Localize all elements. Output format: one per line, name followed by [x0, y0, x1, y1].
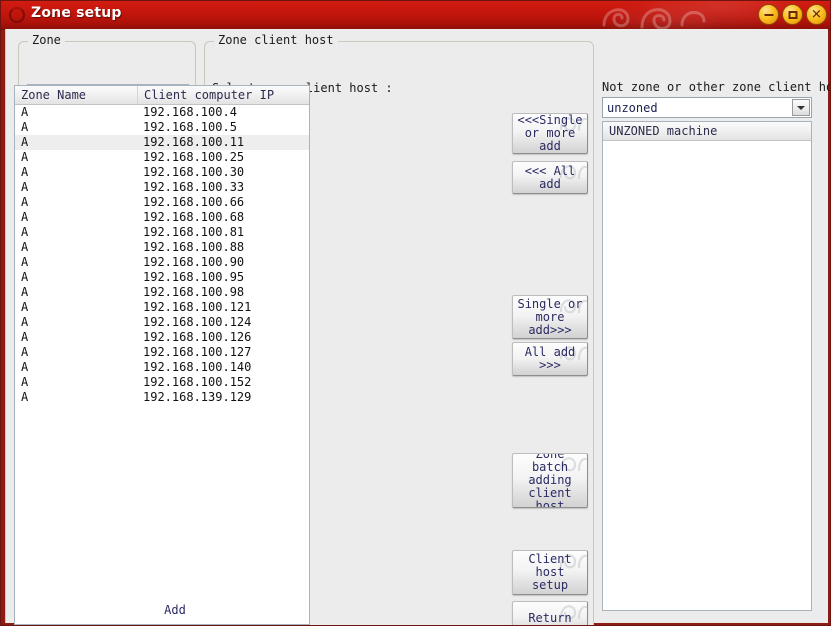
host-row-zone-name: A	[21, 360, 29, 374]
title-bar[interactable]: Zone setup	[1, 1, 830, 30]
host-row-client-ip: 192.168.100.98	[143, 285, 245, 299]
host-row-client-ip: 192.168.100.81	[143, 225, 245, 239]
host-table-header: Zone Name Client computer IP	[15, 86, 309, 105]
single-or-more-add-left-label: <<<Single or more add	[517, 113, 583, 153]
host-row-client-ip: 192.168.100.68	[143, 210, 245, 224]
host-row-client-ip: 192.168.100.5	[143, 120, 237, 134]
host-table-column-zone-name: Zone Name	[21, 88, 87, 102]
host-row-zone-name: A	[21, 165, 29, 179]
host-row-zone-name: A	[21, 180, 29, 194]
host-row-client-ip: 192.168.100.127	[143, 345, 252, 359]
host-row-zone-name: A	[21, 240, 29, 254]
all-add-right-button[interactable]: All add >>>	[512, 342, 588, 376]
host-table-row[interactable]: A 192.168.100.68	[15, 210, 309, 225]
host-table-row[interactable]: A 192.168.100.126	[15, 330, 309, 345]
host-table-row[interactable]: A 192.168.100.88	[15, 240, 309, 255]
host-row-zone-name: A	[21, 270, 29, 284]
host-row-client-ip: 192.168.100.95	[143, 270, 245, 284]
host-row-zone-name: A	[21, 225, 29, 239]
host-row-client-ip: 192.168.100.66	[143, 195, 245, 209]
all-add-right-label: All add >>>	[524, 345, 576, 372]
single-or-more-add-right-label: Single or more add>>>	[517, 296, 583, 337]
host-table-row[interactable]: A 192.168.139.129	[15, 390, 309, 405]
client-host-group-legend: Zone client host	[214, 33, 338, 47]
host-row-client-ip: 192.168.100.25	[143, 150, 245, 164]
not-zone-or-other-zone-label: Not zone or other zone client host:	[602, 80, 831, 94]
client-host-setup-button[interactable]: Client host setup	[512, 550, 588, 595]
host-table-row[interactable]: A 192.168.100.121	[15, 300, 309, 315]
host-table-row[interactable]: A 192.168.100.66	[15, 195, 309, 210]
host-row-zone-name: A	[21, 105, 29, 119]
client-host-setup-label: Client host setup	[528, 552, 572, 592]
host-row-client-ip: 192.168.100.4	[143, 105, 237, 119]
zone-batch-adding-label: Zone batch adding client host	[528, 453, 572, 508]
zone-batch-adding-client-host-button[interactable]: Zone batch adding client host	[512, 453, 588, 508]
host-table-row[interactable]: A 192.168.100.11	[15, 135, 309, 150]
host-row-zone-name: A	[21, 300, 29, 314]
host-table-row[interactable]: A 192.168.100.33	[15, 180, 309, 195]
host-table-row[interactable]: A 192.168.100.95	[15, 270, 309, 285]
host-table-row[interactable]: A 192.168.100.124	[15, 315, 309, 330]
host-row-zone-name: A	[21, 150, 29, 164]
unzoned-list-column-machine: UNZONED machine	[609, 124, 718, 138]
unzoned-list-header: UNZONED machine	[603, 122, 811, 141]
host-row-zone-name: A	[21, 315, 29, 329]
unzoned-combo[interactable]: unzoned	[602, 97, 812, 118]
host-row-client-ip: 192.168.100.30	[143, 165, 245, 179]
host-table-body: A 192.168.100.4 A 192.168.100.5 A 192.168.100…	[15, 105, 309, 405]
host-row-client-ip: 192.168.100.121	[143, 300, 252, 314]
host-row-client-ip: 192.168.100.11	[143, 135, 245, 149]
single-or-more-add-left-button[interactable]: <<<Single or more add	[512, 113, 588, 154]
host-row-client-ip: 192.168.100.126	[143, 330, 252, 344]
add-zone-button-label: Add	[164, 602, 186, 617]
all-add-left-button[interactable]: <<< All add	[512, 161, 588, 194]
close-button[interactable]	[806, 4, 827, 25]
host-row-zone-name: A	[21, 195, 29, 209]
all-add-left-label: <<< All add	[524, 163, 576, 191]
window-controls	[758, 4, 827, 25]
zone-group-legend: Zone	[28, 33, 65, 47]
host-row-client-ip: 192.168.100.90	[143, 255, 245, 269]
host-table-row[interactable]: A 192.168.100.30	[15, 165, 309, 180]
minimize-button[interactable]	[758, 4, 779, 25]
host-row-client-ip: 192.168.100.152	[143, 375, 252, 389]
host-row-zone-name: A	[21, 120, 29, 134]
host-row-zone-name: A	[21, 135, 29, 149]
host-table-row[interactable]: A 192.168.100.140	[15, 360, 309, 375]
host-row-zone-name: A	[21, 375, 29, 389]
single-or-more-add-right-button[interactable]: Single or more add>>>	[512, 295, 588, 339]
host-row-client-ip: 192.168.139.129	[143, 390, 252, 404]
host-row-client-ip: 192.168.100.140	[143, 360, 252, 374]
host-table-row[interactable]: A 192.168.100.5	[15, 120, 309, 135]
host-table-column-client-ip: Client computer IP	[137, 86, 309, 104]
host-row-zone-name: A	[21, 345, 29, 359]
window-ring-icon	[9, 7, 25, 23]
host-table-row[interactable]: A 192.168.100.25	[15, 150, 309, 165]
host-row-zone-name: A	[21, 210, 29, 224]
unzoned-combo-value: unzoned	[607, 101, 658, 115]
zone-client-host-table[interactable]: Zone Name Client computer IP A 192.168.10…	[14, 85, 310, 625]
titlebar-swirl-ornament	[602, 8, 706, 29]
host-row-zone-name: A	[21, 390, 29, 404]
client-area: Zone Zone Name AB Zone name: Add Right-	[5, 29, 831, 625]
host-table-row[interactable]: A 192.168.100.98	[15, 285, 309, 300]
host-table-row[interactable]: A 192.168.100.152	[15, 375, 309, 390]
maximize-button[interactable]	[782, 4, 803, 25]
host-row-client-ip: 192.168.100.88	[143, 240, 245, 254]
host-row-zone-name: A	[21, 255, 29, 269]
host-table-row[interactable]: A 192.168.100.81	[15, 225, 309, 240]
host-table-row[interactable]: A 192.168.100.127	[15, 345, 309, 360]
host-table-row[interactable]: A 192.168.100.4	[15, 105, 309, 120]
window-title: Zone setup	[31, 5, 122, 21]
host-row-client-ip: 192.168.100.124	[143, 315, 252, 329]
zone-setup-window: Zone setup Zone Zone Name AB Zone name:	[0, 0, 831, 626]
chevron-down-icon[interactable]	[792, 99, 810, 116]
return-button-label: Return	[528, 610, 572, 625]
host-table-row[interactable]: A 192.168.100.90	[15, 255, 309, 270]
host-row-zone-name: A	[21, 285, 29, 299]
host-row-client-ip: 192.168.100.33	[143, 180, 245, 194]
unzoned-machine-list[interactable]: UNZONED machine	[602, 121, 812, 611]
return-button[interactable]: Return	[512, 601, 588, 625]
host-row-zone-name: A	[21, 330, 29, 344]
